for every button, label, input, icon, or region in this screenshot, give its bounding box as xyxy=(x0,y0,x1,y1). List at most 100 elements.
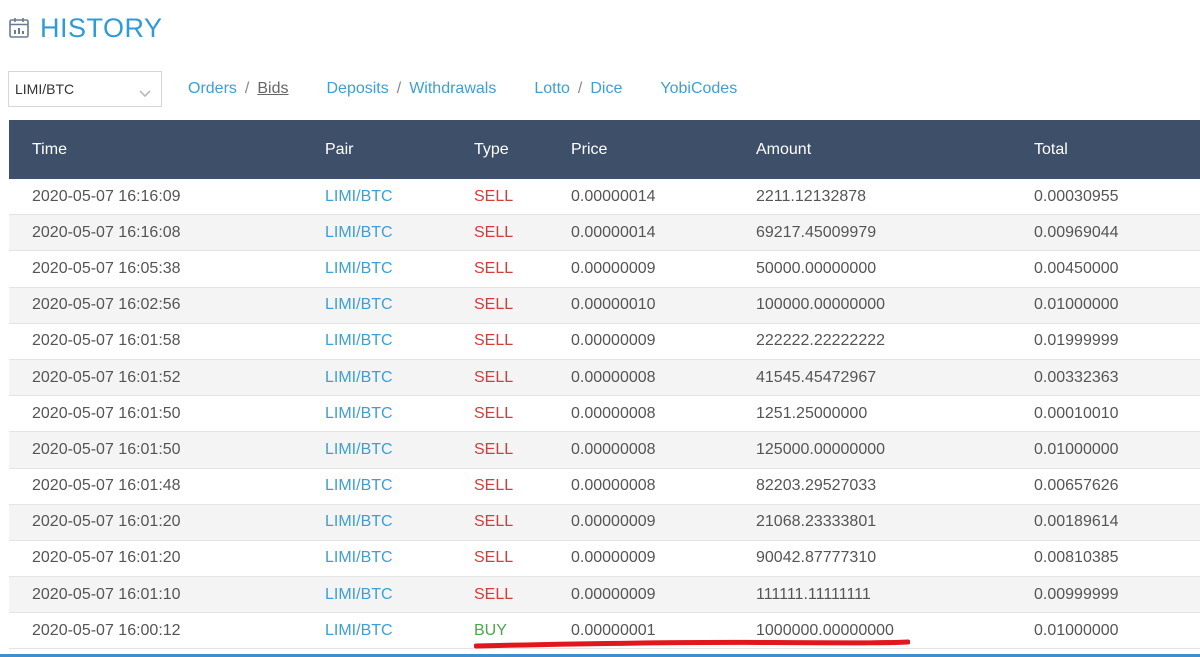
price-cell: 0.00000009 xyxy=(548,576,733,614)
nav-link-withdrawals[interactable]: Withdrawals xyxy=(409,80,496,98)
type-cell: SELL xyxy=(451,504,548,541)
nav-link-lotto[interactable]: Lotto xyxy=(534,80,570,98)
type-cell: SELL xyxy=(451,287,548,324)
total-cell: 0.01000000 xyxy=(1011,612,1200,650)
amount-cell: 111111.11111111 xyxy=(733,576,1011,614)
price-cell: 0.00000009 xyxy=(548,250,733,288)
pair-cell[interactable]: LIMI/BTC xyxy=(302,504,451,541)
total-cell: 0.00810385 xyxy=(1011,540,1200,578)
amount-cell: 2211.12132878 xyxy=(733,179,1011,216)
price-cell: 0.00000008 xyxy=(548,359,733,397)
time-cell: 2020-05-07 16:01:20 xyxy=(9,540,302,578)
amount-cell: 90042.87777310 xyxy=(733,540,1011,578)
table-row: 2020-05-07 16:01:20 LIMI/BTC SELL 0.0000000… xyxy=(9,504,1200,541)
amount-cell: 82203.29527033 xyxy=(733,468,1011,505)
time-cell: 2020-05-07 16:16:09 xyxy=(9,179,302,216)
price-cell: 0.00000010 xyxy=(548,287,733,324)
type-cell: SELL xyxy=(451,214,548,252)
time-cell: 2020-05-07 16:01:20 xyxy=(9,504,302,541)
table-row: 2020-05-07 16:01:52 LIMI/BTC SELL 0.0000000… xyxy=(9,359,1200,397)
time-cell: 2020-05-07 16:16:08 xyxy=(9,214,302,252)
nav-group-orders-bids: Orders / Bids xyxy=(188,80,288,98)
toolbar: LIMI/BTC Orders / Bids Deposits / Withdr… xyxy=(8,70,775,108)
nav-link-orders[interactable]: Orders xyxy=(188,80,237,98)
red-annotation-underline xyxy=(474,639,910,649)
time-cell: 2020-05-07 16:01:52 xyxy=(9,359,302,397)
column-header-time[interactable]: Time xyxy=(9,120,302,179)
table-row: 2020-05-07 16:01:50 LIMI/BTC SELL 0.0000000… xyxy=(9,431,1200,469)
nav-link-yobicodes[interactable]: YobiCodes xyxy=(660,80,737,98)
amount-cell: 69217.45009979 xyxy=(733,214,1011,252)
type-cell: SELL xyxy=(451,395,548,433)
table-header-row: Time Pair Type Price Amount Total xyxy=(9,120,1200,179)
total-cell: 0.00969044 xyxy=(1011,214,1200,252)
type-cell: SELL xyxy=(451,540,548,578)
amount-cell: 50000.00000000 xyxy=(733,250,1011,288)
type-cell: SELL xyxy=(451,323,548,360)
amount-cell: 21068.23333801 xyxy=(733,504,1011,541)
nav-group-deposits-withdrawals: Deposits / Withdrawals xyxy=(326,80,496,98)
total-cell: 0.00189614 xyxy=(1011,504,1200,541)
amount-cell: 1251.25000000 xyxy=(733,395,1011,433)
table-row: 2020-05-07 16:01:50 LIMI/BTC SELL 0.0000000… xyxy=(9,395,1200,433)
total-cell: 0.01000000 xyxy=(1011,287,1200,324)
column-header-total[interactable]: Total xyxy=(1011,120,1200,179)
table-row: 2020-05-07 16:01:20 LIMI/BTC SELL 0.0000000… xyxy=(9,540,1200,578)
pair-cell[interactable]: LIMI/BTC xyxy=(302,395,451,433)
type-cell: SELL xyxy=(451,431,548,469)
pair-cell[interactable]: LIMI/BTC xyxy=(302,323,451,360)
column-header-price[interactable]: Price xyxy=(548,120,733,179)
chevron-down-icon xyxy=(139,85,151,98)
table-row: 2020-05-07 16:16:09 LIMI/BTC SELL 0.0000001… xyxy=(9,179,1200,216)
nav-link-deposits[interactable]: Deposits xyxy=(326,80,388,98)
price-cell: 0.00000009 xyxy=(548,540,733,578)
column-header-type[interactable]: Type xyxy=(451,120,548,179)
pair-cell[interactable]: LIMI/BTC xyxy=(302,612,451,650)
nav-link-bids[interactable]: Bids xyxy=(257,80,288,98)
pair-cell[interactable]: LIMI/BTC xyxy=(302,214,451,252)
table-row: 2020-05-07 16:01:58 LIMI/BTC SELL 0.0000000… xyxy=(9,323,1200,360)
amount-cell: 125000.00000000 xyxy=(733,431,1011,469)
history-page: HISTORY LIMI/BTC Orders / Bids Deposits … xyxy=(0,0,1200,657)
time-cell: 2020-05-07 16:02:56 xyxy=(9,287,302,324)
amount-cell: 222222.22222222 xyxy=(733,323,1011,360)
total-cell: 0.00657626 xyxy=(1011,468,1200,505)
total-cell: 0.00030955 xyxy=(1011,179,1200,216)
page-title: HISTORY xyxy=(40,12,163,43)
history-nav: Orders / Bids Deposits / Withdrawals Lot… xyxy=(188,80,775,98)
type-cell: SELL xyxy=(451,468,548,505)
type-cell: SELL xyxy=(451,179,548,216)
nav-group-lotto-dice: Lotto / Dice xyxy=(534,80,622,98)
history-table: Time Pair Type Price Amount Total 2020-0… xyxy=(9,120,1200,650)
pair-cell[interactable]: LIMI/BTC xyxy=(302,431,451,469)
pair-select-value: LIMI/BTC xyxy=(15,81,75,97)
pair-cell[interactable]: LIMI/BTC xyxy=(302,250,451,288)
total-cell: 0.00332363 xyxy=(1011,359,1200,397)
nav-separator: / xyxy=(396,80,402,97)
pair-select[interactable]: LIMI/BTC xyxy=(8,71,162,107)
total-cell: 0.01999999 xyxy=(1011,323,1200,360)
amount-cell: 100000.00000000 xyxy=(733,287,1011,324)
column-header-pair[interactable]: Pair xyxy=(302,120,451,179)
pair-cell[interactable]: LIMI/BTC xyxy=(302,287,451,324)
pair-cell[interactable]: LIMI/BTC xyxy=(302,359,451,397)
column-header-amount[interactable]: Amount xyxy=(733,120,1011,179)
total-cell: 0.01000000 xyxy=(1011,431,1200,469)
nav-link-dice[interactable]: Dice xyxy=(590,80,622,98)
time-cell: 2020-05-07 16:01:48 xyxy=(9,468,302,505)
time-cell: 2020-05-07 16:01:58 xyxy=(9,323,302,360)
table-row: 2020-05-07 16:05:38 LIMI/BTC SELL 0.0000000… xyxy=(9,250,1200,288)
price-cell: 0.00000014 xyxy=(548,214,733,252)
type-cell: SELL xyxy=(451,576,548,614)
pair-cell[interactable]: LIMI/BTC xyxy=(302,576,451,614)
pair-cell[interactable]: LIMI/BTC xyxy=(302,468,451,505)
total-cell: 0.00999999 xyxy=(1011,576,1200,614)
total-cell: 0.00450000 xyxy=(1011,250,1200,288)
amount-cell: 41545.45472967 xyxy=(733,359,1011,397)
time-cell: 2020-05-07 16:01:50 xyxy=(9,395,302,433)
time-cell: 2020-05-07 16:05:38 xyxy=(9,250,302,288)
pair-cell[interactable]: LIMI/BTC xyxy=(302,540,451,578)
pair-cell[interactable]: LIMI/BTC xyxy=(302,179,451,216)
price-cell: 0.00000008 xyxy=(548,468,733,505)
table-row: 2020-05-07 16:16:08 LIMI/BTC SELL 0.0000001… xyxy=(9,214,1200,252)
